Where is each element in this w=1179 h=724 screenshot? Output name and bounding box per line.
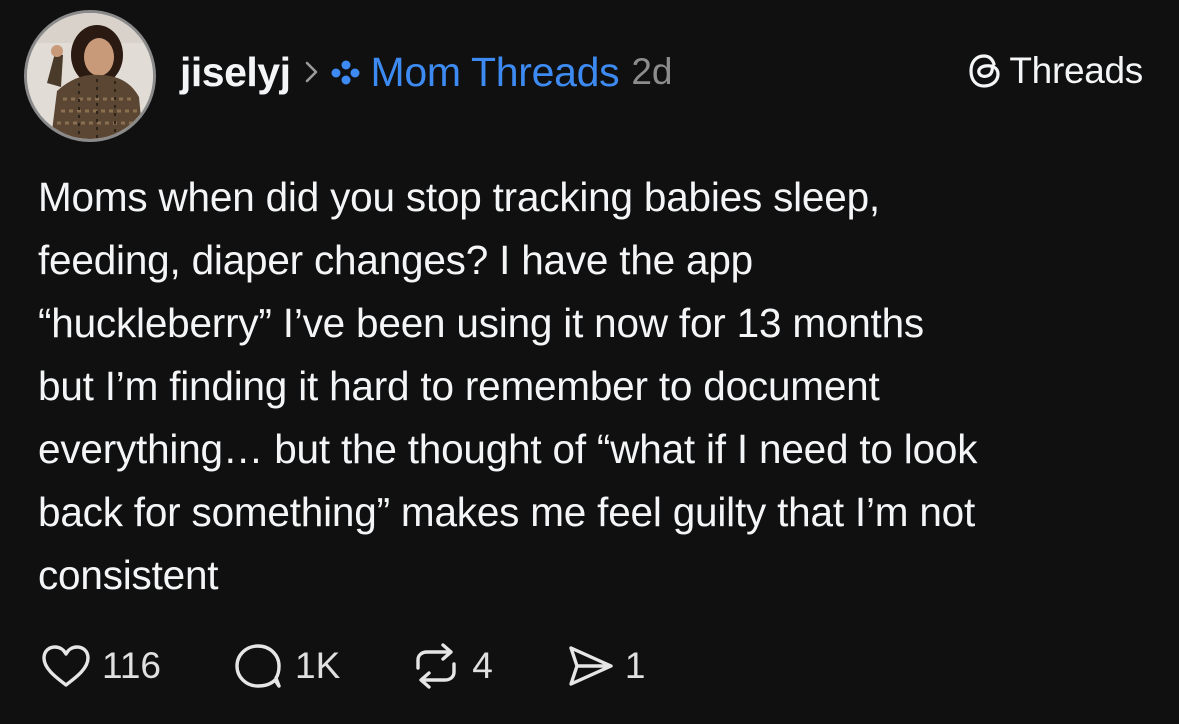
comment-icon <box>235 644 281 688</box>
repost-icon <box>416 643 456 689</box>
like-button[interactable]: 116 <box>38 642 161 690</box>
post-header: jiselyj Mom Threads 2d <box>180 44 673 100</box>
avatar-photo <box>27 13 153 139</box>
post-line: Moms when did you stop tracking babies s… <box>38 174 880 220</box>
threads-brand[interactable]: Threads <box>967 50 1143 92</box>
reply-button[interactable]: 1K <box>231 642 340 690</box>
post-line: everything… but the thought of “what if … <box>38 426 978 472</box>
heart-icon <box>42 645 90 687</box>
post-line: but I’m finding it hard to remember to d… <box>38 363 880 409</box>
post-age: 2d <box>631 51 673 92</box>
share-count: 1 <box>624 645 646 686</box>
threads-post-card: jiselyj Mom Threads 2d Threads Moms when… <box>0 0 1179 724</box>
post-line: consistent <box>38 552 219 598</box>
post-text: Moms when did you stop tracking babies s… <box>38 166 1148 607</box>
threads-logo-icon <box>967 52 1003 90</box>
repost-count: 4 <box>472 645 493 686</box>
username[interactable]: jiselyj <box>180 49 291 96</box>
chevron-right-icon <box>304 59 320 85</box>
like-count: 116 <box>102 645 161 686</box>
threads-brand-label: Threads <box>1009 50 1143 91</box>
send-icon <box>569 646 613 686</box>
reply-count: 1K <box>295 645 341 686</box>
action-bar: 116 1K 4 1 <box>38 640 645 692</box>
community-link[interactable]: Mom Threads <box>370 49 619 96</box>
community-dots-icon <box>330 59 360 85</box>
avatar[interactable] <box>24 10 156 142</box>
post-line: feeding, diaper changes? I have the app <box>38 237 754 283</box>
share-button[interactable]: 1 <box>565 642 646 690</box>
post-line: “huckleberry” I’ve been using it now for… <box>38 300 924 346</box>
post-line: back for something” makes me feel guilty… <box>38 489 976 535</box>
repost-button[interactable]: 4 <box>408 642 493 690</box>
